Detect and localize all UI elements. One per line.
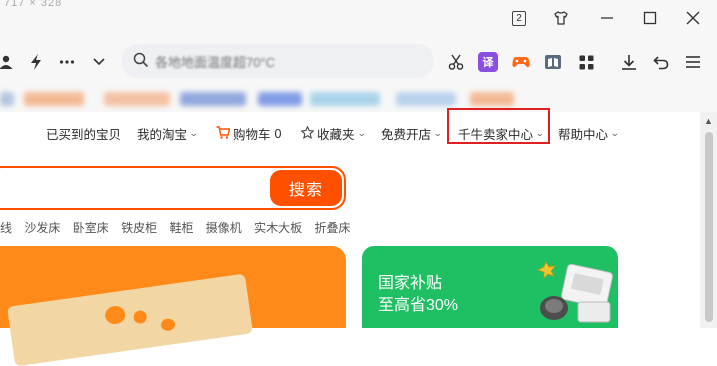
hotword-link[interactable]: 沙发床 [24, 221, 60, 235]
bookmark-item[interactable] [470, 92, 514, 106]
menu-icon[interactable] [683, 52, 703, 72]
nav-favorites[interactable]: 收藏夹 ⌄ [300, 124, 367, 143]
minimize-icon[interactable] [598, 9, 616, 27]
appliance-product-image [532, 261, 614, 329]
translate-label: 译 [482, 57, 494, 69]
nav-cart-label: 购物车 [233, 128, 271, 142]
browser-toolbar: 译 [0, 38, 717, 86]
chevron-down-icon: ⌄ [609, 128, 620, 138]
nav-my-taobao-label: 我的淘宝 [137, 128, 188, 142]
chevron-down-icon[interactable] [89, 52, 109, 72]
maximize-icon[interactable] [641, 9, 659, 27]
hotword-link[interactable]: 卧室床 [73, 221, 109, 235]
hotword-link[interactable]: 线 [0, 221, 12, 235]
hotword-link[interactable]: 铁皮柜 [121, 221, 157, 235]
search-button[interactable]: 搜索 [270, 170, 342, 206]
nav-my-taobao[interactable]: 我的淘宝 ⌄ [137, 124, 199, 143]
hot-search-words: 线 沙发床 卧室床 铁皮柜 鞋柜 摄像机 实木大板 折叠床 [0, 219, 360, 236]
gamepad-icon[interactable] [511, 52, 531, 72]
bookmarks-bar [0, 86, 717, 113]
address-input[interactable] [153, 51, 427, 73]
user-icon[interactable] [0, 52, 16, 72]
bookmark-item[interactable] [310, 92, 380, 106]
close-icon[interactable] [684, 9, 702, 27]
more-icon[interactable] [57, 52, 77, 72]
nav-help-center[interactable]: 帮助中心 ⌄ [558, 124, 620, 143]
hotword-link[interactable]: 摄像机 [206, 221, 242, 235]
nav-help-label: 帮助中心 [558, 128, 609, 142]
nav-favorites-label: 收藏夹 [317, 128, 355, 142]
window-size-ghost-text: 717 × 328 [4, 0, 63, 9]
cart-icon [216, 125, 231, 142]
lightning-icon[interactable] [26, 52, 46, 72]
search-icon [133, 52, 149, 73]
chevron-down-icon: ⌄ [188, 128, 199, 138]
tab-count: 2 [512, 10, 526, 26]
nav-cart[interactable]: 购物车 0 [216, 124, 281, 143]
undo-icon[interactable] [651, 52, 671, 72]
bookmark-item[interactable] [180, 92, 246, 106]
download-icon[interactable] [619, 52, 639, 72]
reader-icon[interactable] [543, 52, 563, 72]
cart-count: 0 [274, 126, 282, 141]
nav-free-shop-label: 免费开店 [381, 128, 432, 142]
banner-title: 国家补贴 [378, 275, 443, 292]
apps-grid-icon[interactable] [576, 52, 596, 72]
banner-subtitle: 至高省30% [378, 297, 459, 314]
chevron-down-icon: ⌄ [432, 128, 443, 138]
nav-free-shop[interactable]: 免费开店 ⌄ [381, 124, 443, 143]
site-top-nav: 已买到的宝贝 我的淘宝 ⌄ 购物车 0 收藏夹 ⌄ 免费开店 ⌄ 千牛卖家中心 … [0, 112, 700, 150]
hotword-link[interactable]: 鞋柜 [169, 221, 193, 235]
scrollbar-thumb[interactable] [705, 132, 713, 322]
title-bar: 717 × 328 2 [0, 0, 717, 38]
chevron-down-icon: ⌄ [356, 128, 367, 138]
skin-icon[interactable] [552, 9, 570, 27]
translate-icon[interactable]: 译 [478, 52, 498, 72]
bookmark-item[interactable] [104, 92, 170, 106]
page-scrollbar[interactable]: ▲ [700, 112, 717, 328]
nav-bought-items[interactable]: 已买到的宝贝 [46, 124, 121, 143]
hotword-link[interactable]: 折叠床 [315, 221, 351, 235]
address-bar[interactable] [121, 44, 434, 78]
hotword-link[interactable]: 实木大板 [254, 221, 302, 235]
bookmark-item[interactable] [258, 92, 302, 106]
star-icon [300, 124, 315, 142]
nav-bought-label: 已买到的宝贝 [46, 128, 122, 142]
bookmark-item[interactable] [0, 92, 14, 106]
tab-count-button[interactable]: 2 [510, 9, 528, 27]
highlight-annotation-box [447, 108, 550, 144]
scissors-icon[interactable] [446, 52, 466, 72]
scroll-up-arrow-icon[interactable]: ▲ [704, 116, 713, 126]
bookmark-item[interactable] [396, 92, 456, 106]
bookmark-item[interactable] [24, 92, 84, 106]
